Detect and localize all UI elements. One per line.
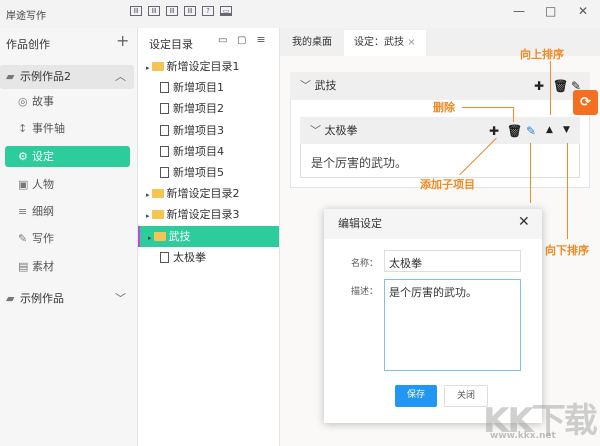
catalog-header: 设定目录 [149,38,193,51]
card-description: 是个厉害的武功。 [311,156,408,170]
minimize-button[interactable]: — [513,4,525,18]
name-input[interactable]: 太极拳 [384,250,521,272]
sidebar-item-settings[interactable]: ⚙ 设定 [5,146,130,167]
annotation-line [462,107,513,108]
layout-3-icon[interactable]: Ⅲ [166,6,178,16]
gear-icon: ⚙ [18,150,28,163]
tab-desktop[interactable]: 我的桌面 [282,30,342,56]
document-icon [160,124,169,136]
tree-row[interactable]: 新增项目1 [138,77,279,98]
panel-header[interactable]: ﹀ 武技 [290,72,590,100]
folder-icon [151,210,164,220]
annotation-sort-up: 向上排序 [520,48,564,61]
chevron-down-icon: ﹀ [300,79,315,92]
trash-icon[interactable]: 🗑 [553,79,568,93]
sidebar-item-characters[interactable]: ▣ 人物 [5,174,130,195]
document-icon [160,82,169,94]
layout-4-icon[interactable]: Ⅲ [184,6,196,16]
desc-label: 描述： [351,287,379,297]
work-item-1[interactable]: ▰ 示例作品 ﹀ [0,288,134,309]
sidebar-item-story[interactable]: ◎ 故事 [5,91,130,112]
sidebar-item-timeline[interactable]: ↕ 事件轴 [5,118,130,139]
new-item-icon[interactable]: ▢ [237,35,246,46]
refresh-button[interactable]: ⟳ [573,90,598,115]
sidebar-item-outline[interactable]: ≡ 细纲 [5,201,130,222]
tree-row[interactable]: 新增项目3 [138,120,279,141]
tree-row[interactable]: ▸ 武技 [138,225,279,247]
caret-icon: ▸ [146,64,150,72]
sidebar-item-writing[interactable]: ✎ 写作 [5,228,130,249]
card-header[interactable]: ﹀ 太极拳 [300,117,580,144]
app-title: 岸途写作 [6,11,46,22]
pencil-icon: ✎ [18,232,28,245]
close-button[interactable]: 关闭 [444,385,488,407]
tree-row[interactable]: 太极拳 [138,247,279,268]
sort-up-icon[interactable]: ▲ [546,125,553,135]
annotation-line [530,143,531,203]
add-child-icon[interactable]: ✚ [489,124,499,138]
document-icon [160,103,169,115]
title-bar [0,0,600,28]
story-icon: ◎ [18,95,28,108]
tree-row[interactable]: 新增项目5 [138,162,279,183]
annotation-line [567,143,568,239]
document-icon [160,167,169,178]
timeline-icon: ↕ [18,122,28,135]
add-work-button[interactable]: + [116,31,129,50]
monitor-icon[interactable]: ▭ [220,6,232,16]
name-label: 名称： [351,259,379,269]
document-icon [160,251,169,263]
caret-icon: ▸ [148,233,152,242]
toolbar: Ⅲ Ⅲ Ⅲ Ⅲ? ▭ [130,6,232,16]
save-button[interactable]: 保存 [395,385,437,407]
caret-icon: ▸ [146,212,150,221]
sidebar-header: 作品创作 [6,38,50,51]
layout-2-icon[interactable]: Ⅲ [148,6,160,16]
watermark-url: www.kkx.net [490,431,556,441]
annotation-line [550,61,551,115]
image-icon: ▤ [18,260,29,273]
help-icon[interactable]: ? [202,6,214,16]
add-icon[interactable]: ✚ [534,79,544,93]
desc-textarea[interactable]: 是个厉害的武功。 [384,279,521,371]
annotation-sort-down: 向下排序 [545,244,589,257]
menu-icon[interactable]: ≡ [253,33,269,49]
chevron-down-icon: ﹀ [115,292,126,305]
close-tab-icon[interactable]: × [407,37,415,48]
dialog-header: 编辑设定 [324,209,542,239]
list-icon: ≡ [18,205,28,218]
annotation-delete: 删除 [433,101,455,114]
tree-row[interactable]: ▸ 新增设定目录2 [138,183,279,204]
new-folder-icon[interactable]: ▭ [218,35,227,46]
chevron-down-icon: ﹀ [310,124,325,137]
tree-row[interactable]: 新增项目4 [138,141,279,162]
annotation-add-child: 添加子项目 [420,178,475,191]
annotation-line [513,107,514,122]
tree-row[interactable]: 新增项目2 [138,98,279,119]
close-icon[interactable]: ✕ [518,214,530,230]
tree-row[interactable]: ▸ 新增设定目录1 [138,56,279,77]
folder-icon [151,62,164,71]
close-window-button[interactable]: ✕ [578,4,588,18]
sort-down-icon[interactable]: ▼ [563,125,570,135]
folder-icon [153,231,166,241]
caret-icon: ▸ [146,191,150,200]
edit-icon[interactable]: ✎ [526,124,536,138]
chevron-up-icon: ︿ [115,70,126,83]
tree-row[interactable]: ▸ 新增设定目录3 [138,204,279,225]
tab-setting-wuji[interactable]: 设定：武技 × [344,30,426,56]
person-card-icon: ▣ [18,178,29,191]
maximize-button[interactable]: □ [545,4,556,18]
folder-icon [151,189,164,199]
work-item-2[interactable]: ▰ 示例作品2 ︿ [0,65,134,89]
trash-icon[interactable]: 🗑 [507,124,522,138]
sidebar-item-material[interactable]: ▤ 素材 [5,256,130,277]
book-icon: ▰ [6,70,15,83]
document-icon [160,145,169,157]
book-icon: ▰ [6,292,15,305]
layout-1-icon[interactable]: Ⅲ [130,6,142,16]
